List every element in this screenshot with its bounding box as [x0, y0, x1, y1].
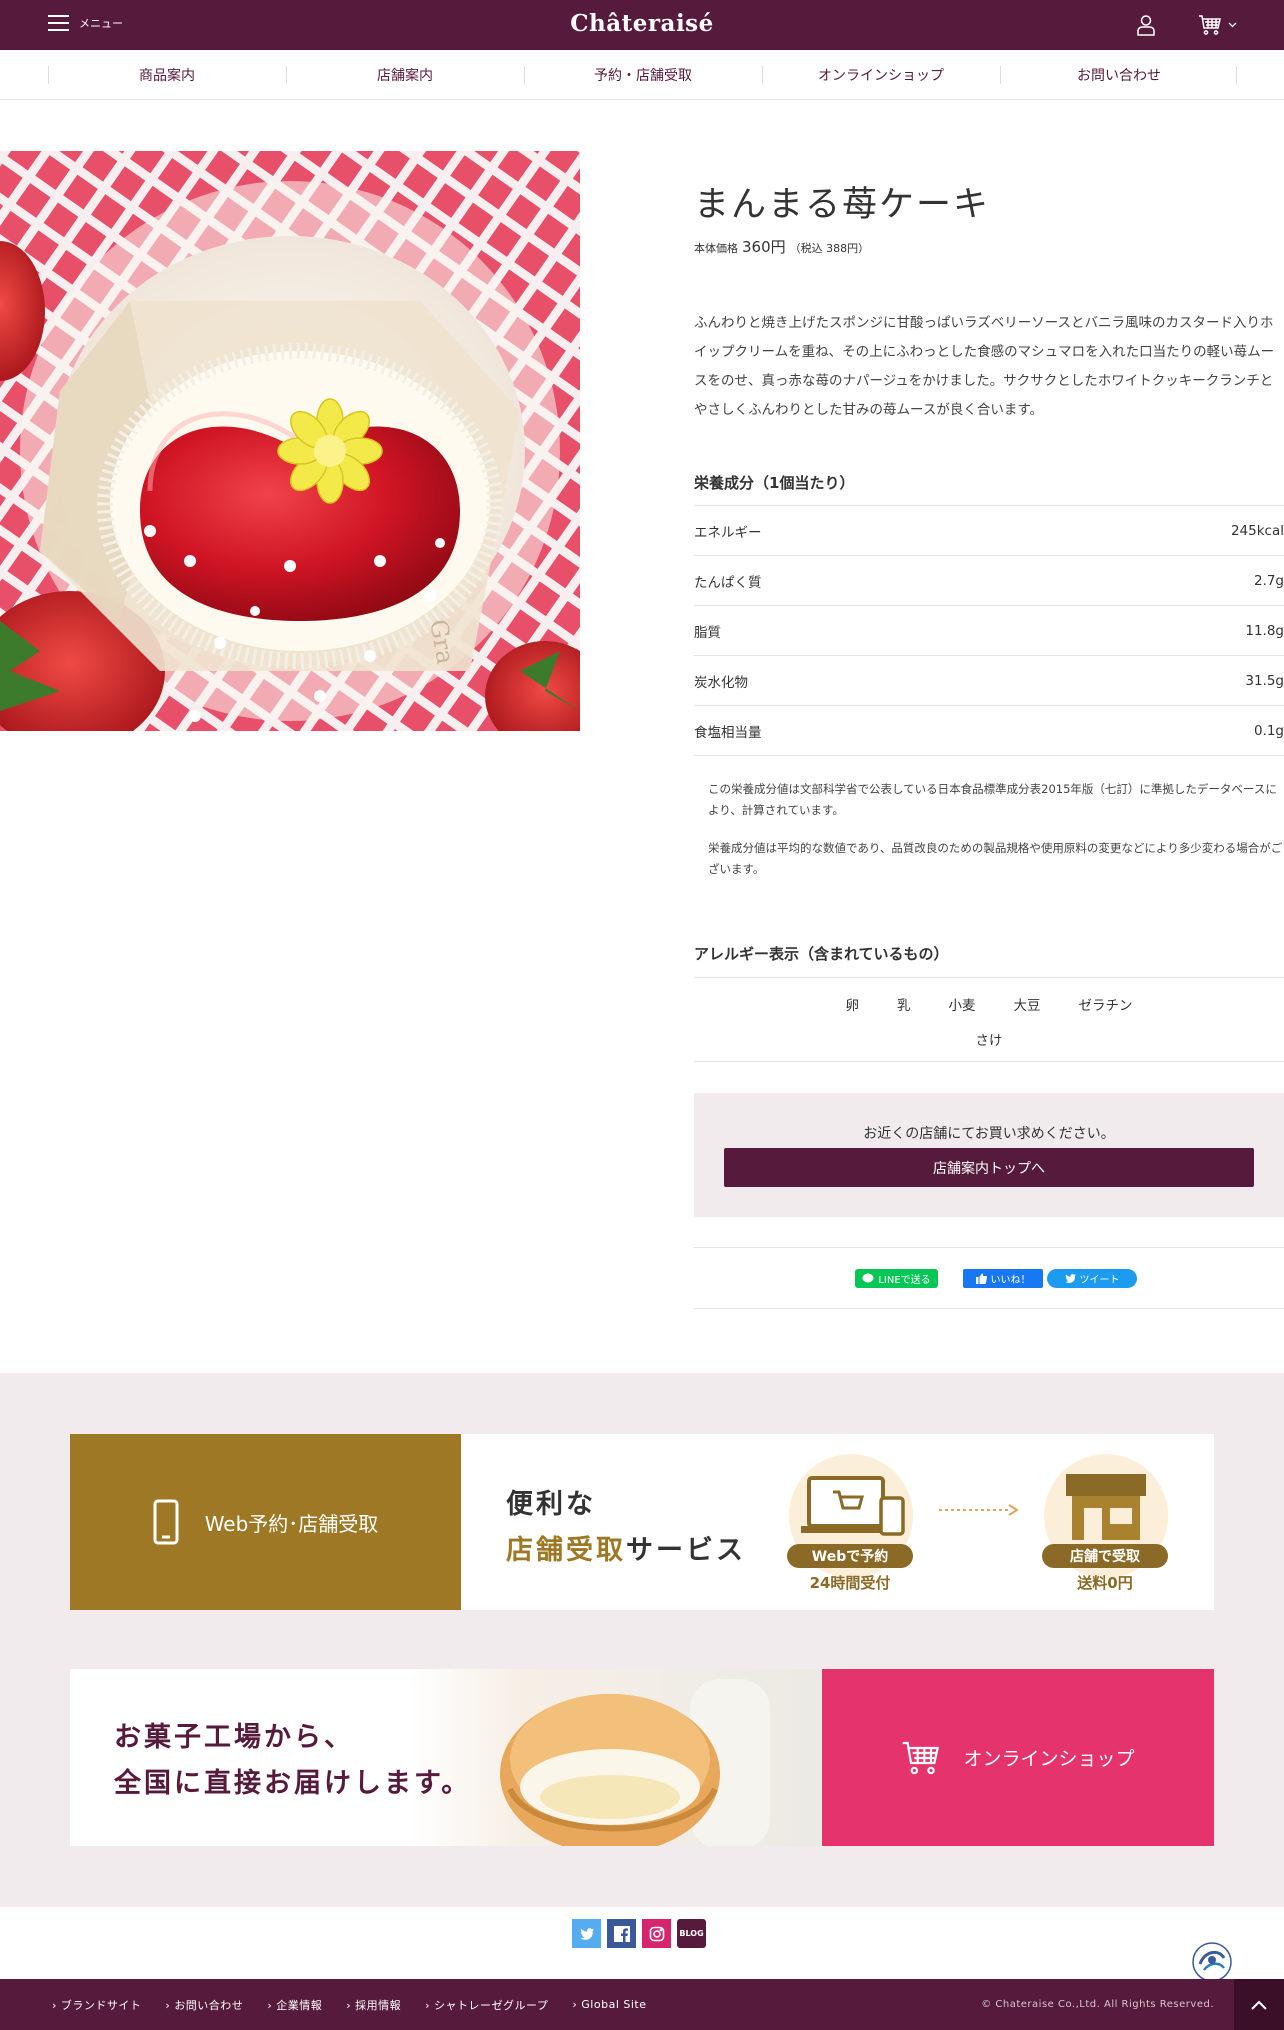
product-image: Gra [0, 151, 580, 731]
nav-item-online-shop[interactable]: オンラインショップ [762, 50, 1000, 100]
footer-link[interactable]: › Global Site [572, 1998, 646, 2011]
footer-link[interactable]: › お問い合わせ [165, 1997, 243, 2013]
web-reservation-label: Web予約･店舗受取 [204, 1511, 379, 1536]
nutrient-value: 0.1g [1253, 722, 1284, 739]
tweet-button[interactable]: ツイート [1047, 1269, 1137, 1288]
store-message: お近くの店舗にてお買い求めください。 [863, 1126, 1115, 1142]
cart-button[interactable] [1198, 13, 1244, 37]
allergen-item: 卵 [845, 998, 860, 1014]
share-buttons: LINEで送る いいね！ ツイート [694, 1247, 1284, 1309]
online-promo-line2: 全国に直接お届けします。 [114, 1768, 472, 1799]
nutrient-value: 31.5g [1245, 672, 1284, 689]
smartphone-icon [153, 1499, 179, 1545]
price-tax-included: （税込 388円） [789, 242, 870, 255]
nutrient-name: たんぱく質 [694, 574, 762, 591]
store-purchase-box: お近くの店舗にてお買い求めください。 店舗案内トップへ [694, 1093, 1284, 1217]
cart-icon [903, 1741, 940, 1774]
online-shop-link[interactable]: オンラインショップ [822, 1669, 1214, 1846]
twitter-bird-icon [1064, 1274, 1076, 1283]
facebook-like-button[interactable]: いいね！ [963, 1269, 1043, 1288]
allergy-list: 卵 乳 小麦 大豆 ゼラチン さけ [694, 977, 1284, 1062]
nutrition-heading: 栄養成分（1個当たり） [694, 474, 855, 492]
main-nav: 商品案内 店舗案内 予約・店舗受取 オンラインショップ お問い合わせ [0, 50, 1284, 100]
allergen-item: ゼラチン [1078, 998, 1133, 1014]
footer-link[interactable]: › シャトレーゼグループ [425, 1997, 548, 2013]
allergen-item: 乳 [897, 998, 911, 1014]
nutrient-value: 11.8g [1245, 622, 1284, 639]
web-order-badge: Webで予約 [787, 1544, 913, 1568]
nutrient-name: エネルギー [694, 524, 762, 541]
nutrient-name: 脂質 [694, 624, 721, 641]
table-row: エネルギー 245kcal [694, 506, 1284, 556]
table-row: 炭水化物 31.5g [694, 656, 1284, 706]
allergen-item: 小麦 [948, 998, 976, 1014]
back-to-top-button[interactable] [1234, 1979, 1284, 2030]
nutrition-note: 栄養成分値は平均的な数値であり、品質改良のための製品規格や使用原料の変更などによ… [708, 841, 1283, 876]
table-row: 脂質 11.8g [694, 606, 1284, 656]
product-price: 本体価格 360円 （税込 388円） [694, 236, 869, 257]
price-amount: 360円 [742, 238, 786, 256]
allergy-heading: アレルギー表示（含まれているもの） [694, 945, 949, 963]
nav-item-reservation[interactable]: 予約・店舗受取 [524, 50, 762, 100]
nutrient-value: 245kcal [1230, 522, 1284, 539]
pickup-service-promo: 便利な 店舗受取サービス Webで予約 24時間受付 店舗で受取 送料0円 [461, 1434, 1214, 1610]
price-prefix: 本体価格 [694, 242, 738, 255]
line-share-button[interactable]: LINEで送る [855, 1269, 938, 1288]
chevron-up-icon [1251, 2000, 1267, 2010]
privacy-mark-logo[interactable] [1190, 1940, 1234, 1984]
promo-line2: 店舗受取サービス [506, 1535, 746, 1566]
store-pickup-badge: 店舗で受取 [1042, 1544, 1168, 1568]
nutrition-table: エネルギー 245kcal たんぱく質 2.7g 脂質 11.8g 炭水化物 31.5g… [694, 505, 1284, 756]
allergen-item: 大豆 [1013, 998, 1041, 1014]
brand-logo[interactable]: Châteraisé [0, 10, 1284, 37]
site-footer: › ブランドサイト › お問い合わせ › 企業情報 › 採用情報 › シャトレー… [0, 1979, 1284, 2030]
nutrient-name: 食塩相当量 [694, 724, 762, 741]
twitter-icon[interactable] [572, 1919, 601, 1948]
web-order-caption: 24時間受付 [809, 1574, 891, 1592]
allergen-item: さけ [975, 1033, 1003, 1049]
cream-puff-image [500, 1679, 770, 1846]
copyright: © Chateraise Co.,Ltd. All Rights Reserve… [981, 1999, 1214, 2010]
table-row: 食塩相当量 0.1g [694, 706, 1284, 756]
online-shop-label: オンラインショップ [963, 1748, 1135, 1770]
table-row: たんぱく質 2.7g [694, 556, 1284, 606]
online-shop-banner[interactable]: お菓子工場から、 全国に直接お届けします。 オンラインショップ [70, 1669, 1214, 1846]
cart-icon [1199, 15, 1221, 35]
instagram-icon[interactable] [642, 1919, 671, 1948]
user-account-icon[interactable] [1134, 13, 1158, 37]
line-icon [862, 1273, 874, 1283]
nutrition-notes: この栄養成分値は文部科学省で公表している日本食品標準成分表2015年版（七訂）に… [708, 779, 1284, 897]
nutrient-value: 2.7g [1253, 572, 1284, 589]
product-description: ふんわりと焼き上げたスポンジに甘酸っぱいラズベリーソースとバニラ風味のカスタード… [694, 315, 1275, 418]
nav-item-stores[interactable]: 店舗案内 [286, 50, 524, 100]
footer-link[interactable]: › 企業情報 [267, 1997, 322, 2013]
web-reservation-banner[interactable]: Web予約･店舗受取 便利な 店舗受取サービス Webで予約 24時間受付 店舗… [70, 1434, 1214, 1610]
thumbs-up-icon [975, 1273, 987, 1284]
web-reservation-link[interactable]: Web予約･店舗受取 [70, 1434, 461, 1610]
nav-item-products[interactable]: 商品案内 [48, 50, 286, 100]
online-shop-promo: お菓子工場から、 全国に直接お届けします。 [70, 1669, 822, 1846]
nutrition-note: この栄養成分値は文部科学省で公表している日本食品標準成分表2015年版（七訂）に… [708, 782, 1277, 817]
product-title: まんまる苺ケーキ [694, 185, 991, 225]
footer-links: › ブランドサイト › お問い合わせ › 企業情報 › 採用情報 › シャトレー… [52, 1979, 647, 2030]
blog-icon[interactable]: BLOG [677, 1919, 706, 1948]
nav-divider [1236, 66, 1237, 84]
footer-link[interactable]: › ブランドサイト [52, 1997, 141, 2013]
store-pickup-caption: 送料0円 [1077, 1574, 1133, 1592]
facebook-icon[interactable] [607, 1919, 636, 1948]
top-bar: メニュー Châteraisé [0, 0, 1284, 50]
online-promo-line1: お菓子工場から、 [114, 1722, 354, 1753]
store-top-button[interactable]: 店舗案内トップへ [724, 1148, 1254, 1187]
nav-item-contact[interactable]: お問い合わせ [1000, 50, 1238, 100]
nutrient-name: 炭水化物 [694, 674, 748, 691]
footer-link[interactable]: › 採用情報 [346, 1997, 401, 2013]
chevron-down-icon [1228, 22, 1237, 28]
promo-line1: 便利な [506, 1489, 596, 1520]
arrow-right-icon [939, 1504, 1019, 1516]
